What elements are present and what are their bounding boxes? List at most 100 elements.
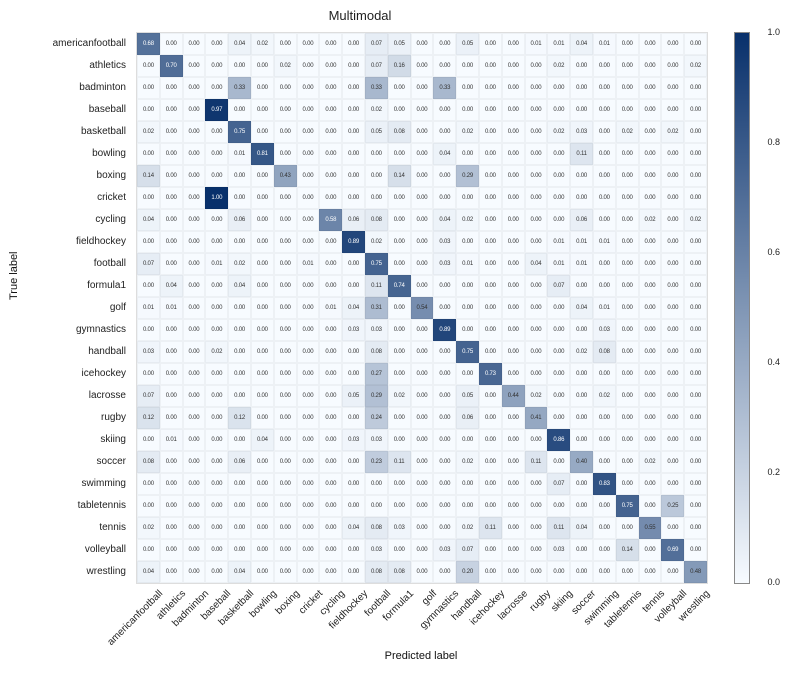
heatmap-cell: 0.00 (274, 231, 297, 253)
heatmap-cell: 0.00 (365, 143, 388, 165)
heatmap-cell: 0.00 (183, 143, 206, 165)
y-tick: swimming (0, 472, 132, 494)
heatmap-cell: 0.00 (297, 275, 320, 297)
heatmap-cell: 0.02 (456, 121, 479, 143)
heatmap-cell: 0.00 (160, 385, 183, 407)
y-tick: skiing (0, 428, 132, 450)
heatmap-cell: 0.00 (319, 121, 342, 143)
heatmap-cell: 0.00 (456, 319, 479, 341)
heatmap-cell: 0.00 (274, 473, 297, 495)
heatmap-cell: 0.00 (684, 165, 707, 187)
heatmap-cell: 0.00 (661, 297, 684, 319)
heatmap-cell: 0.00 (274, 341, 297, 363)
heatmap-cell: 0.00 (274, 407, 297, 429)
heatmap-cell: 0.00 (411, 143, 434, 165)
heatmap-cell: 0.00 (525, 209, 548, 231)
heatmap-cell: 0.01 (525, 33, 548, 55)
y-tick: soccer (0, 450, 132, 472)
heatmap-cell: 0.00 (319, 407, 342, 429)
heatmap-cell: 0.00 (593, 77, 616, 99)
heatmap-cell: 0.07 (547, 275, 570, 297)
heatmap-cell: 0.00 (228, 429, 251, 451)
heatmap-cell: 0.00 (137, 55, 160, 77)
heatmap-cell: 0.00 (684, 385, 707, 407)
heatmap-cell: 0.00 (661, 429, 684, 451)
heatmap-cell: 0.00 (297, 231, 320, 253)
heatmap-cell: 0.00 (274, 451, 297, 473)
heatmap-cell: 0.00 (342, 407, 365, 429)
heatmap-cell: 0.00 (205, 319, 228, 341)
heatmap-cell: 0.00 (388, 297, 411, 319)
heatmap-cell: 0.00 (319, 33, 342, 55)
heatmap-cell: 0.00 (160, 253, 183, 275)
heatmap-cell: 0.08 (388, 121, 411, 143)
heatmap-cell: 0.00 (183, 319, 206, 341)
heatmap-cell: 0.00 (297, 407, 320, 429)
heatmap-cell: 0.00 (319, 55, 342, 77)
heatmap-cell: 0.00 (684, 341, 707, 363)
heatmap-cell: 0.00 (547, 165, 570, 187)
heatmap-cell: 0.00 (251, 165, 274, 187)
heatmap-cell: 0.00 (639, 407, 662, 429)
heatmap-cell: 0.00 (205, 363, 228, 385)
heatmap-cell: 0.02 (456, 451, 479, 473)
heatmap-cell: 0.00 (251, 495, 274, 517)
heatmap-cell: 0.12 (137, 407, 160, 429)
heatmap-cell: 0.00 (411, 121, 434, 143)
heatmap-cell: 0.00 (433, 187, 456, 209)
heatmap-cell: 0.25 (661, 495, 684, 517)
heatmap-cell: 0.00 (137, 77, 160, 99)
heatmap-cell: 0.02 (456, 517, 479, 539)
heatmap-cell: 0.00 (570, 539, 593, 561)
heatmap-cell: 0.00 (661, 363, 684, 385)
heatmap-cell: 0.00 (433, 451, 456, 473)
heatmap-cell: 0.00 (525, 473, 548, 495)
heatmap-cell: 0.00 (639, 495, 662, 517)
heatmap-cell: 0.00 (661, 231, 684, 253)
heatmap-cell: 0.00 (502, 319, 525, 341)
heatmap-cell: 0.00 (639, 99, 662, 121)
heatmap-cell: 0.05 (365, 121, 388, 143)
heatmap-cell: 0.00 (205, 517, 228, 539)
heatmap-cell: 0.00 (342, 363, 365, 385)
heatmap-cell: 0.00 (639, 341, 662, 363)
heatmap-cell: 0.00 (616, 187, 639, 209)
heatmap-cell: 0.00 (593, 429, 616, 451)
heatmap-cell: 0.00 (479, 187, 502, 209)
heatmap-cell: 0.00 (502, 429, 525, 451)
heatmap-cell: 0.04 (228, 275, 251, 297)
heatmap-cell: 0.00 (433, 363, 456, 385)
heatmap-cell: 0.00 (433, 275, 456, 297)
heatmap-cell: 0.00 (297, 209, 320, 231)
heatmap-cell: 0.04 (251, 429, 274, 451)
heatmap-cell: 0.00 (411, 33, 434, 55)
heatmap-cell: 0.00 (502, 451, 525, 473)
heatmap-cell: 0.02 (456, 209, 479, 231)
heatmap-cell: 0.00 (502, 473, 525, 495)
heatmap-cell: 0.00 (616, 209, 639, 231)
heatmap-cell: 0.00 (411, 165, 434, 187)
heatmap-cell: 0.00 (525, 341, 548, 363)
heatmap-cell: 0.04 (160, 275, 183, 297)
heatmap-cell: 0.00 (160, 451, 183, 473)
heatmap-cell: 0.75 (616, 495, 639, 517)
heatmap-cell: 0.00 (456, 495, 479, 517)
heatmap-cell: 0.00 (160, 539, 183, 561)
heatmap-cell: 0.00 (297, 341, 320, 363)
heatmap-cell: 0.00 (411, 341, 434, 363)
heatmap-cell: 0.00 (433, 473, 456, 495)
colorbar-tick: 0.0 (767, 577, 780, 587)
heatmap-cell: 0.00 (319, 165, 342, 187)
heatmap-cell: 0.00 (593, 165, 616, 187)
heatmap-cell: 0.11 (479, 517, 502, 539)
heatmap-cell: 0.00 (274, 429, 297, 451)
heatmap-cell: 0.00 (684, 495, 707, 517)
heatmap-cell: 0.04 (525, 253, 548, 275)
heatmap-cell: 0.11 (547, 517, 570, 539)
heatmap-cell: 0.00 (228, 297, 251, 319)
heatmap-cell: 0.00 (274, 209, 297, 231)
heatmap-cell: 0.11 (525, 451, 548, 473)
heatmap-cell: 0.00 (661, 451, 684, 473)
heatmap-cell: 0.06 (456, 407, 479, 429)
y-tick: cycling (0, 208, 132, 230)
